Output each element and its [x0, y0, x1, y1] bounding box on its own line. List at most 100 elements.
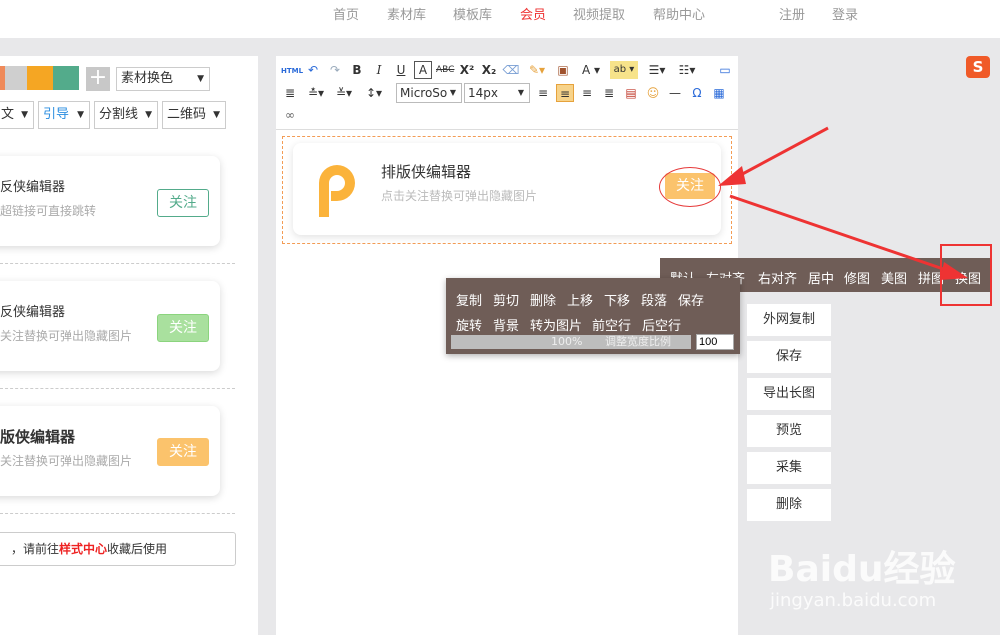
line-height-icon[interactable]: ↕▾: [362, 84, 386, 102]
chevron-down-icon: ▼: [449, 88, 456, 97]
italic-icon[interactable]: I: [370, 61, 388, 79]
paragraph-spacing-bottom-icon[interactable]: ≚▾: [332, 84, 356, 102]
nav-member[interactable]: 会员: [520, 4, 546, 23]
redo-icon[interactable]: ↷: [326, 61, 344, 79]
menu-move-down[interactable]: 下移: [604, 290, 630, 309]
menu-to-image[interactable]: 转为图片: [530, 315, 582, 334]
external-copy-button[interactable]: 外网复制: [747, 304, 831, 336]
delete-button[interactable]: 删除: [747, 489, 831, 521]
save-button[interactable]: 保存: [747, 341, 831, 373]
paste-icon[interactable]: ▣: [554, 61, 572, 79]
chevron-down-icon: ▼: [145, 110, 152, 120]
highlight-icon[interactable]: ab ▾: [610, 61, 638, 79]
unordered-list-icon[interactable]: ☷▾: [674, 61, 700, 79]
collect-button[interactable]: 采集: [747, 452, 831, 484]
follow-button[interactable]: 关注: [157, 189, 209, 217]
divider: [0, 513, 235, 514]
filter-label: 二维码: [167, 107, 207, 122]
color-swatch[interactable]: [27, 66, 53, 90]
nav-login[interactable]: 登录: [832, 4, 858, 23]
card-subtitle: 超链接可直接跳转: [0, 204, 97, 218]
align-right-button[interactable]: 右对齐: [758, 268, 797, 287]
style-center-link[interactable]: 样式中心: [59, 542, 107, 556]
width-ratio-input[interactable]: [696, 334, 734, 350]
nav-templates[interactable]: 模板库: [453, 4, 492, 23]
align-left-icon[interactable]: ≡: [534, 84, 552, 102]
image-icon[interactable]: ▤: [622, 84, 640, 102]
filter-text[interactable]: 文 ▼: [0, 101, 34, 129]
nav-materials[interactable]: 素材库: [387, 4, 426, 23]
horizontal-rule-icon[interactable]: —: [666, 84, 684, 102]
nav-video-extract[interactable]: 视频提取: [573, 4, 625, 23]
card-subtitle: 点击关注替换可弹出隐藏图片: [381, 189, 538, 203]
font-size-select[interactable]: 14px ▼: [464, 83, 530, 103]
link-icon[interactable]: ∞: [281, 106, 299, 124]
card-title: 版侠编辑器: [0, 428, 76, 446]
color-swatch[interactable]: [5, 66, 27, 90]
table-icon[interactable]: ▦: [710, 84, 728, 102]
emoji-icon[interactable]: ☺: [644, 84, 662, 102]
card-title: 排版侠编辑器: [381, 163, 472, 181]
ordered-list-icon[interactable]: ☰▾: [644, 61, 670, 79]
undo-icon[interactable]: ↶: [304, 61, 322, 79]
filter-label: 分割线: [99, 107, 139, 122]
fullscreen-icon[interactable]: ▭: [716, 61, 734, 79]
color-swatch[interactable]: [53, 66, 79, 90]
material-card[interactable]: 反侠编辑器 关注替换可弹出隐藏图片 关注: [0, 281, 220, 371]
menu-space-after[interactable]: 后空行: [642, 315, 681, 334]
divider: [0, 263, 235, 264]
nav-help-center[interactable]: 帮助中心: [653, 4, 705, 23]
align-center-button[interactable]: 居中: [808, 268, 834, 287]
filter-divider[interactable]: 分割线 ▼: [94, 101, 158, 129]
selected-content-block[interactable]: 排版侠编辑器 点击关注替换可弹出隐藏图片 关注: [282, 136, 732, 244]
special-char-icon[interactable]: Ω: [688, 84, 706, 102]
edit-image-button[interactable]: 修图: [844, 268, 870, 287]
material-card[interactable]: 反侠编辑器 超链接可直接跳转 关注: [0, 156, 220, 246]
align-center-icon[interactable]: ≡: [556, 84, 574, 102]
menu-paragraph[interactable]: 段落: [641, 290, 667, 309]
underline-icon[interactable]: U: [392, 61, 410, 79]
subscript-icon[interactable]: X₂: [480, 61, 498, 79]
width-ratio-slider[interactable]: 100% 调整宽度比例: [451, 335, 691, 349]
superscript-icon[interactable]: X²: [458, 61, 476, 79]
menu-rotate[interactable]: 旋转: [456, 315, 482, 334]
filter-qrcode[interactable]: 二维码 ▼: [162, 101, 226, 129]
menu-save[interactable]: 保存: [678, 290, 704, 309]
align-justify-icon[interactable]: ≣: [600, 84, 618, 102]
bold-icon[interactable]: B: [348, 61, 366, 79]
color-select[interactable]: 素材换色 ▼: [116, 67, 210, 91]
filter-guide[interactable]: 引导 ▼: [38, 101, 90, 129]
border-letter-icon[interactable]: A: [414, 61, 432, 79]
chevron-down-icon: ▼: [213, 110, 220, 120]
paiban-logo-icon: [319, 165, 355, 217]
strikethrough-icon[interactable]: ABC: [436, 61, 454, 79]
nav-register[interactable]: 注册: [779, 4, 805, 23]
beautify-image-button[interactable]: 美图: [881, 268, 907, 287]
nav-home[interactable]: 首页: [333, 4, 359, 23]
menu-cut[interactable]: 剪切: [493, 290, 519, 309]
chevron-down-icon: ▼: [197, 74, 204, 84]
export-long-image-button[interactable]: 导出长图: [747, 378, 831, 410]
material-card[interactable]: 版侠编辑器 关注替换可弹出隐藏图片 关注: [0, 406, 220, 496]
menu-move-up[interactable]: 上移: [567, 290, 593, 309]
follow-button[interactable]: 关注: [157, 314, 209, 342]
sogou-ime-icon[interactable]: S: [966, 56, 990, 78]
preview-button[interactable]: 预览: [747, 415, 831, 447]
html-source-icon[interactable]: HTML: [281, 62, 303, 80]
editor-toolbar: HTML ↶ ↷ B I U A ABC X² X₂ ⌫ ✎▾ ▣ A ▾ ab…: [276, 56, 738, 130]
menu-space-before[interactable]: 前空行: [592, 315, 631, 334]
font-color-icon[interactable]: A ▾: [578, 61, 604, 79]
menu-copy[interactable]: 复制: [456, 290, 482, 309]
paragraph-spacing-top-icon[interactable]: ≛▾: [304, 84, 328, 102]
follow-button[interactable]: 关注: [157, 438, 209, 466]
baidu-watermark-url: jingyan.baidu.com: [770, 590, 937, 611]
format-brush-icon[interactable]: ✎▾: [526, 61, 548, 79]
menu-delete[interactable]: 删除: [530, 290, 556, 309]
indent-icon[interactable]: ≣: [281, 84, 299, 102]
add-color-button[interactable]: +: [86, 67, 110, 91]
menu-background[interactable]: 背景: [493, 315, 519, 334]
align-right-icon[interactable]: ≡: [578, 84, 596, 102]
font-family-select[interactable]: MicroSo ▼: [396, 83, 462, 103]
eraser-icon[interactable]: ⌫: [502, 61, 520, 79]
follow-card[interactable]: 排版侠编辑器 点击关注替换可弹出隐藏图片 关注: [293, 143, 721, 235]
